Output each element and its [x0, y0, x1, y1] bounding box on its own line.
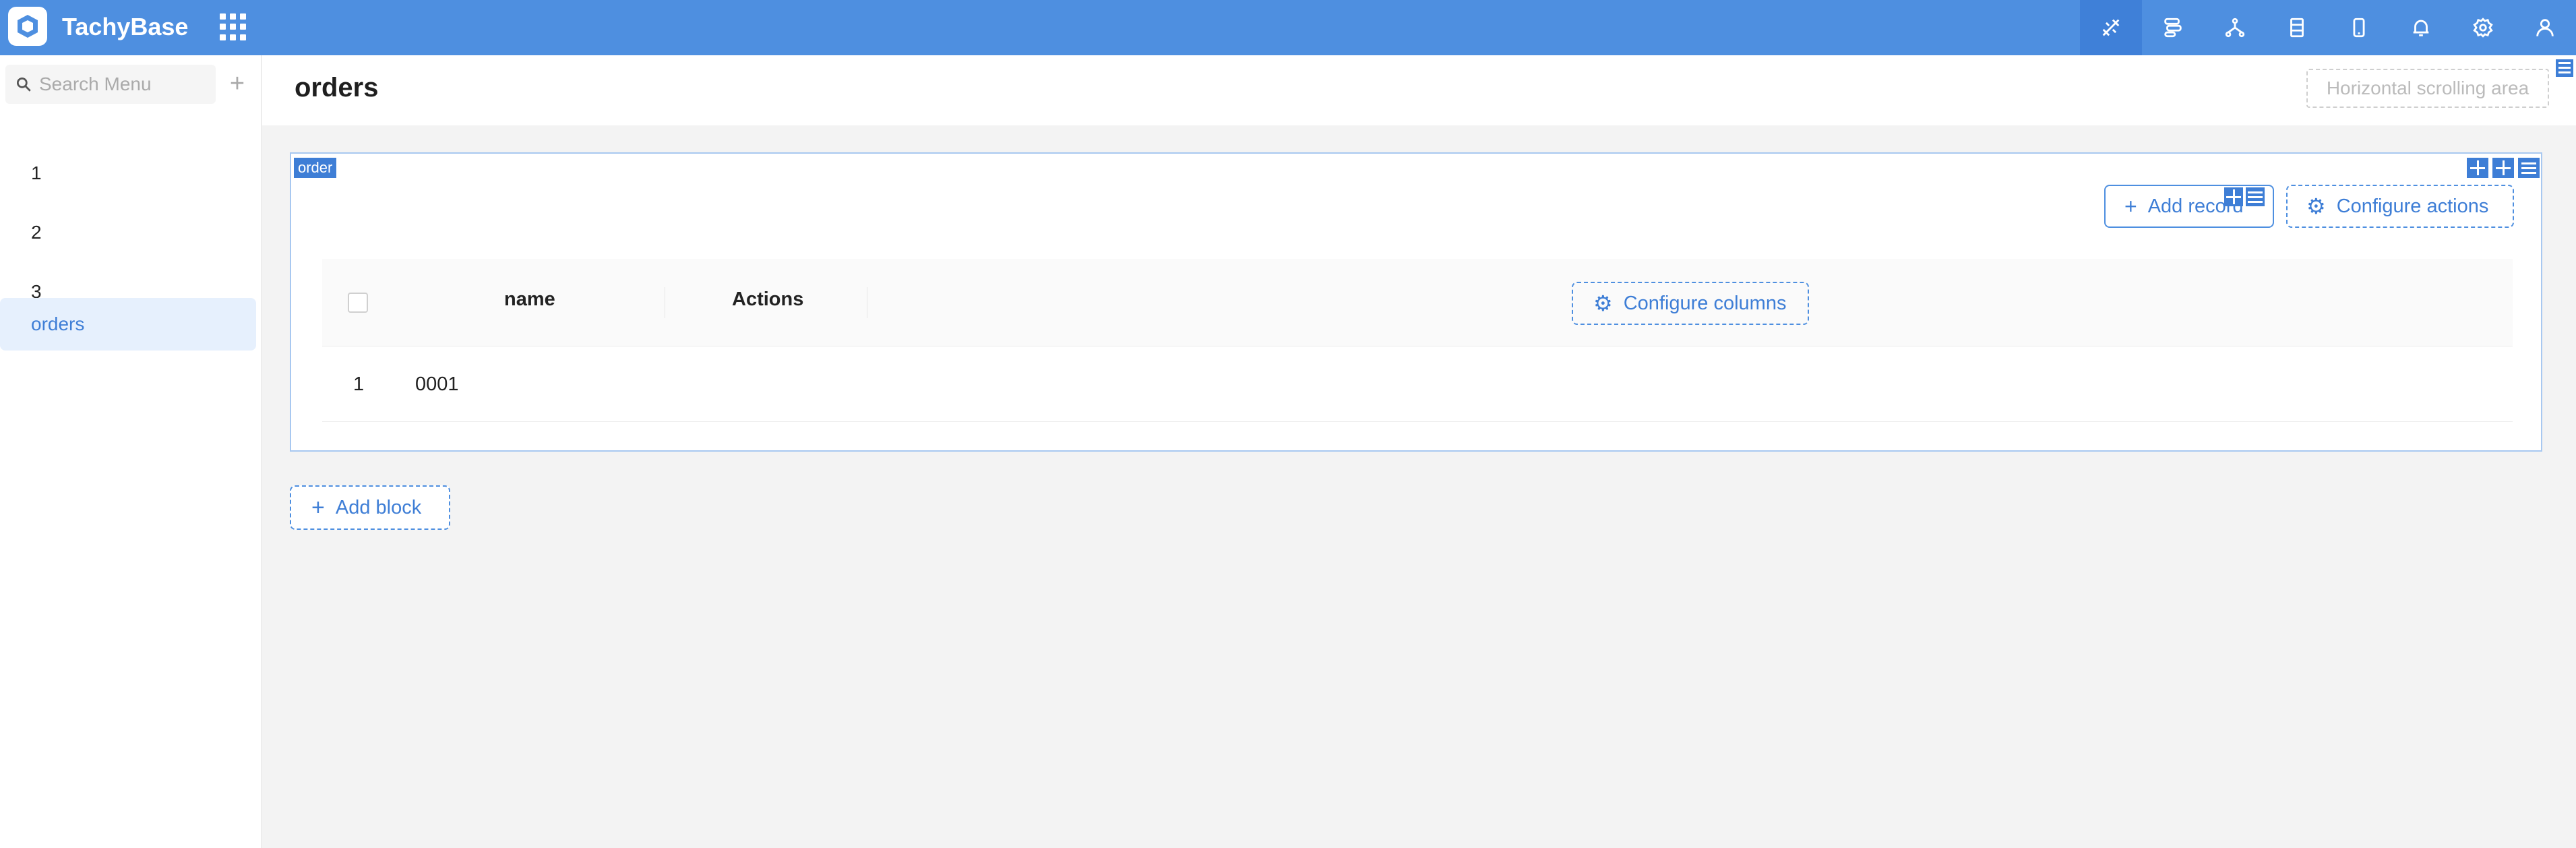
add-icon[interactable]	[2492, 158, 2514, 178]
sidebar-item-1[interactable]: 1	[0, 147, 256, 200]
search-input[interactable]	[39, 73, 208, 95]
column-header-actions[interactable]: Actions	[732, 289, 803, 311]
sidebar: + 1 2 3 orders	[0, 55, 262, 848]
plus-icon: +	[311, 494, 325, 520]
page-title: orders	[295, 73, 379, 102]
plus-icon: +	[2124, 193, 2137, 218]
row-index: 1	[353, 373, 365, 395]
horizontal-scrolling-area[interactable]: Horizontal scrolling area	[2306, 69, 2549, 108]
block-toolbar	[2467, 158, 2540, 178]
bell-icon[interactable]	[2390, 0, 2452, 55]
configure-columns-button[interactable]: ⚙ Configure columns	[1572, 282, 1809, 325]
block-menu-icon[interactable]	[2518, 158, 2540, 178]
brand-name: TachyBase	[62, 13, 189, 40]
action-toolbar	[2224, 187, 2265, 206]
search-icon	[16, 77, 31, 92]
table-header: name Actions ⚙ Configure columns	[322, 259, 2513, 346]
add-block-button[interactable]: + Add block	[290, 485, 450, 530]
page-settings-menu-icon[interactable]	[2556, 59, 2573, 77]
apps-grid-icon[interactable]	[220, 13, 247, 40]
ui-editor-icon[interactable]	[2080, 0, 2142, 55]
document-icon[interactable]	[2266, 0, 2328, 55]
table-row[interactable]: 1 0001	[322, 348, 2513, 422]
row-name: 0001	[415, 373, 459, 395]
drag-handle-icon[interactable]	[2224, 187, 2243, 206]
column-header-name[interactable]: name	[504, 289, 555, 311]
select-all-checkbox[interactable]	[348, 293, 368, 313]
configure-actions-label: Configure actions	[2336, 195, 2489, 217]
top-toolbar	[2080, 0, 2576, 55]
app-logo[interactable]	[8, 7, 47, 46]
gear-icon: ⚙	[2306, 194, 2326, 218]
action-menu-icon[interactable]	[2246, 187, 2265, 206]
configure-columns-label: Configure columns	[1623, 292, 1787, 314]
top-bar: TachyBase	[0, 0, 2576, 55]
sidebar-item-2[interactable]: 2	[0, 206, 256, 259]
add-block-label: Add block	[335, 496, 422, 518]
user-icon[interactable]	[2514, 0, 2576, 55]
gear-icon: ⚙	[1593, 291, 1613, 315]
add-menu-button[interactable]: +	[224, 67, 251, 100]
table-block: order + Add record ⚙ Configure actions n…	[290, 152, 2542, 452]
block-tag: order	[294, 158, 337, 178]
gear-icon[interactable]	[2452, 0, 2514, 55]
drag-handle-icon[interactable]	[2467, 158, 2488, 178]
graph-icon[interactable]	[2204, 0, 2266, 55]
page-header: orders Horizontal scrolling area	[262, 55, 2576, 125]
search-box[interactable]	[5, 65, 216, 104]
configure-actions-button[interactable]: ⚙ Configure actions	[2286, 185, 2514, 228]
logo-icon	[18, 15, 38, 38]
workflow-icon[interactable]	[2142, 0, 2204, 55]
sidebar-item-orders[interactable]: orders	[0, 298, 256, 351]
mobile-icon[interactable]	[2328, 0, 2390, 55]
